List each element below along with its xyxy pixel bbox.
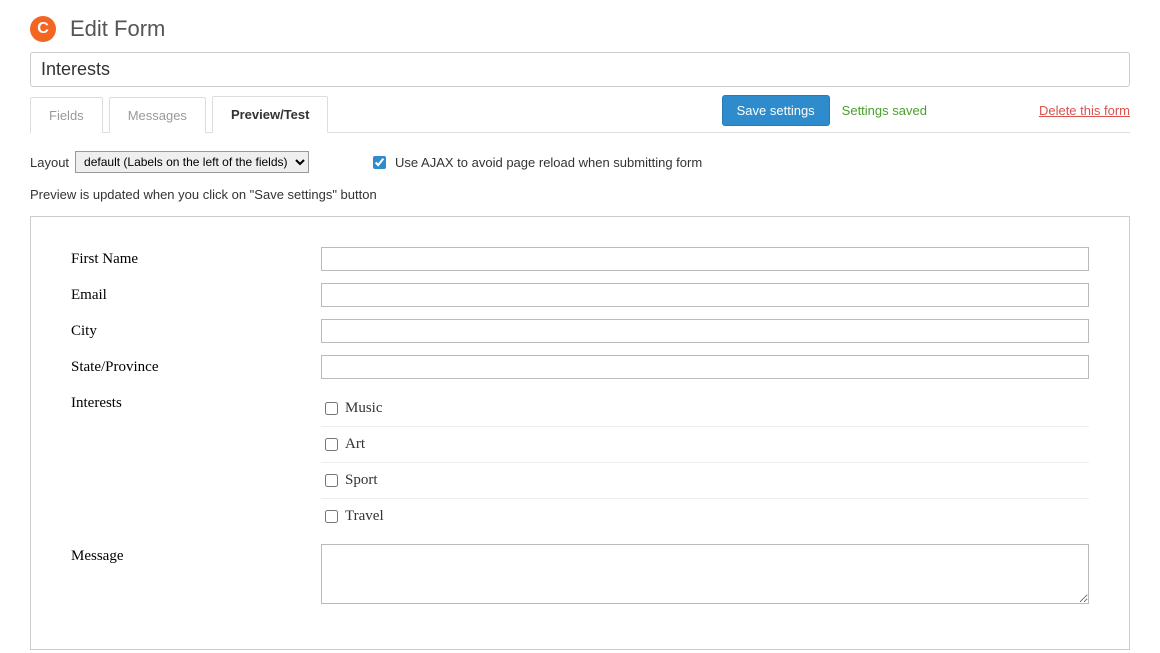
firstname-input[interactable] — [321, 247, 1089, 271]
interest-option: Travel — [321, 499, 1089, 534]
interest-label: Sport — [345, 472, 378, 489]
field-label: Message — [71, 544, 321, 565]
page-header: C Edit Form — [30, 0, 1130, 52]
interest-checkbox-art[interactable] — [325, 438, 338, 451]
save-button[interactable]: Save settings — [722, 95, 830, 126]
ajax-label: Use AJAX to avoid page reload when submi… — [395, 155, 702, 170]
field-label: State/Province — [71, 355, 321, 376]
form-name-input[interactable] — [30, 52, 1130, 87]
city-input[interactable] — [321, 319, 1089, 343]
form-row-message: Message — [71, 544, 1089, 607]
tab-messages[interactable]: Messages — [109, 97, 206, 133]
field-label: First Name — [71, 247, 321, 268]
preview-note: Preview is updated when you click on "Sa… — [30, 187, 1130, 202]
ajax-checkbox[interactable] — [373, 156, 386, 169]
field-label: City — [71, 319, 321, 340]
tab-preview-test[interactable]: Preview/Test — [212, 96, 329, 133]
field-label: Email — [71, 283, 321, 304]
tabs-actions: Save settings Settings saved Delete this… — [722, 95, 1130, 132]
state-input[interactable] — [321, 355, 1089, 379]
tab-fields[interactable]: Fields — [30, 97, 103, 133]
tabs-row: Fields Messages Preview/Test Save settin… — [30, 95, 1130, 133]
interest-checkbox-travel[interactable] — [325, 510, 338, 523]
form-row-email: Email — [71, 283, 1089, 307]
interest-option: Art — [321, 427, 1089, 463]
form-row-state: State/Province — [71, 355, 1089, 379]
logo-icon: C — [30, 16, 56, 42]
form-row-firstname: First Name — [71, 247, 1089, 271]
interest-checkbox-sport[interactable] — [325, 474, 338, 487]
form-row-interests: Interests Music Art Sport Travel — [71, 391, 1089, 544]
status-saved: Settings saved — [842, 103, 927, 118]
interest-option: Sport — [321, 463, 1089, 499]
interest-label: Music — [345, 400, 383, 417]
interest-label: Art — [345, 436, 365, 453]
interest-label: Travel — [345, 508, 384, 525]
form-row-city: City — [71, 319, 1089, 343]
interest-option: Music — [321, 391, 1089, 427]
email-input[interactable] — [321, 283, 1089, 307]
layout-label: Layout — [30, 155, 69, 170]
ajax-option: Use AJAX to avoid page reload when submi… — [369, 153, 702, 172]
field-label: Interests — [71, 391, 321, 412]
options-row: Layout default (Labels on the left of th… — [30, 133, 1130, 183]
interests-list: Music Art Sport Travel — [321, 391, 1089, 544]
preview-box: First Name Email City State/Province Int… — [30, 216, 1130, 650]
layout-option: Layout default (Labels on the left of th… — [30, 151, 309, 173]
page-title: Edit Form — [70, 16, 165, 42]
layout-select[interactable]: default (Labels on the left of the field… — [75, 151, 309, 173]
delete-form-link[interactable]: Delete this form — [1039, 103, 1130, 118]
interest-checkbox-music[interactable] — [325, 402, 338, 415]
message-textarea[interactable] — [321, 544, 1089, 604]
